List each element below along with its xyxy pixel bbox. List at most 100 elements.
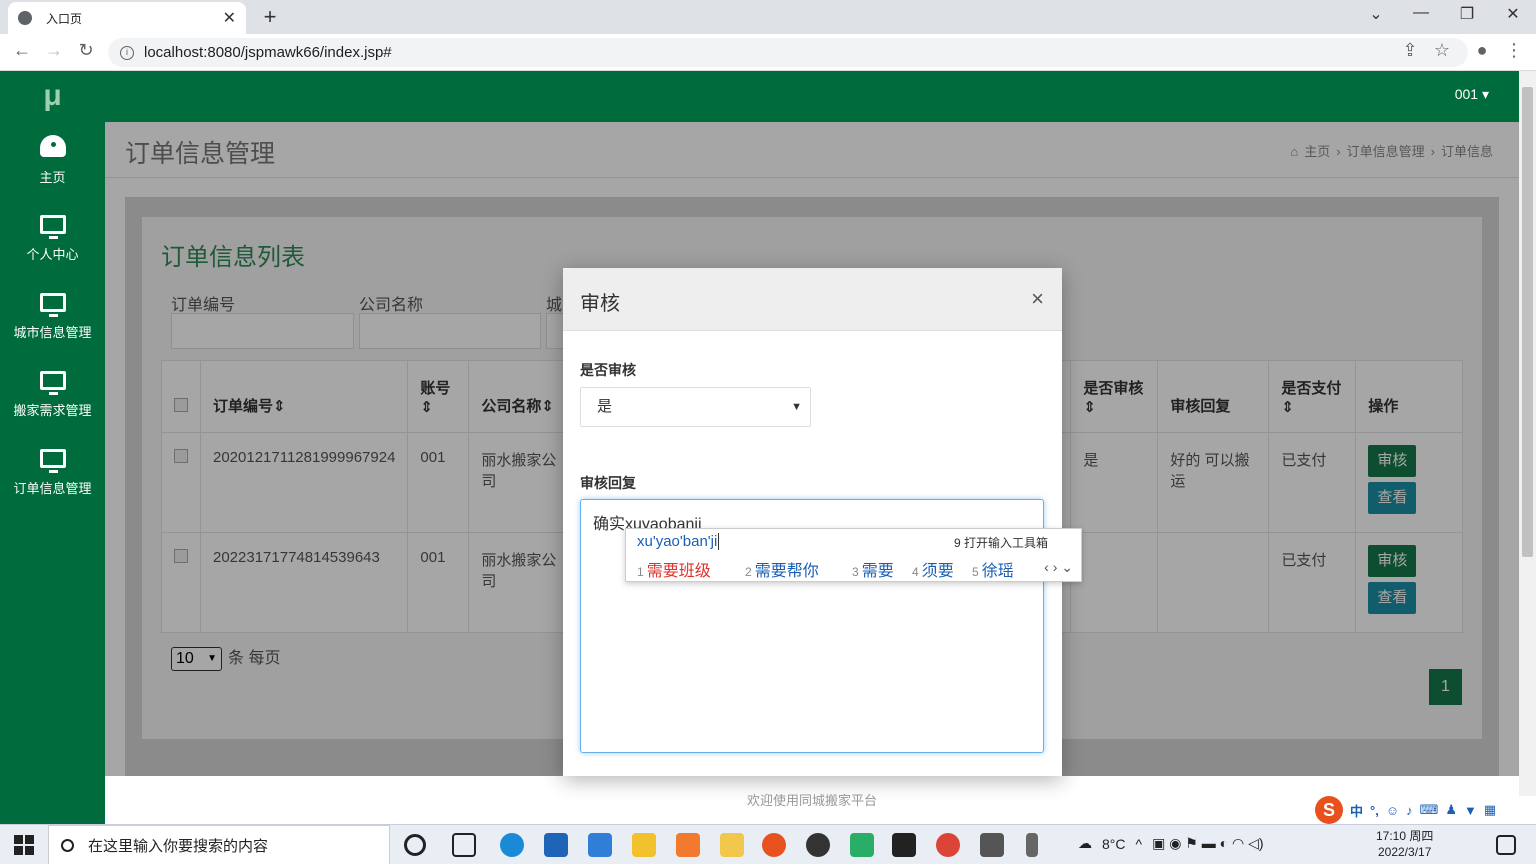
windows-taskbar: 在这里输入你要搜索的内容 ☁ 8°C ^ ▣ ◉ ⚑ ▬ ◐ ◠ ◁) 17:1… xyxy=(0,824,1536,864)
candidate-text: 徐瑶 xyxy=(981,563,1014,580)
sidebar: μ 主页 个人中心 城市信息管理 搬家需求管理 订单信息管理 xyxy=(0,71,105,824)
audit-modal: 审核 × 是否审核 是 ▼ 审核回复 确实xuyaobanji xyxy=(563,268,1062,776)
new-tab-button[interactable]: + xyxy=(258,4,282,30)
sogou-logo-icon[interactable]: S xyxy=(1315,796,1343,824)
ime-pinyin: xu'yao'ban'ji xyxy=(637,533,720,550)
sidebar-item-label: 订单信息管理 xyxy=(13,481,92,496)
chrome-icon[interactable] xyxy=(936,833,960,857)
sidebar-item-moving-demand[interactable]: 搬家需求管理 xyxy=(0,355,105,433)
firefox-icon[interactable] xyxy=(762,833,786,857)
tray-expand-icon[interactable]: ^ xyxy=(1136,836,1143,852)
close-tab-icon[interactable]: ✕ xyxy=(223,8,236,28)
task-view-icon[interactable] xyxy=(452,833,476,857)
audit-status-value: 是 xyxy=(597,398,613,415)
user-menu[interactable]: 001 ▾ xyxy=(1455,86,1489,103)
candidate-text: 需要 xyxy=(861,563,894,580)
edge-icon[interactable] xyxy=(500,833,524,857)
site-info-icon[interactable]: i xyxy=(120,45,134,60)
ime-page-arrows-icon[interactable]: ‹ › ⌄ xyxy=(1044,559,1073,576)
monitor-icon xyxy=(39,215,66,239)
app-logo: μ xyxy=(43,79,62,112)
weather-temp[interactable]: 8°C xyxy=(1102,836,1126,852)
profile-avatar-icon[interactable]: ● xyxy=(1470,40,1494,61)
sidebar-item-profile[interactable]: 个人中心 xyxy=(0,199,105,277)
wechat-icon[interactable] xyxy=(850,833,874,857)
weather-icon: ☁ xyxy=(1078,835,1092,851)
intellij-icon[interactable] xyxy=(892,833,916,857)
candidate-text: 需要帮你 xyxy=(754,563,819,580)
battery-app-icon[interactable] xyxy=(1026,833,1038,857)
tray-icons[interactable]: ▣ ◉ ⚑ ▬ ◐ ◠ ◁) xyxy=(1152,835,1263,852)
search-icon xyxy=(61,838,74,852)
browser-tab-strip: 入口页 ✕ + ⌄ — ❐ ✕ xyxy=(0,0,1536,34)
ime-candidate[interactable]: 4 须要 xyxy=(912,557,954,581)
monitor-icon xyxy=(39,449,66,473)
modal-title: 审核 xyxy=(580,293,620,315)
close-window-button[interactable]: ✕ xyxy=(1498,4,1528,24)
sidebar-item-home[interactable]: 主页 xyxy=(0,121,105,199)
avatar-app-icon[interactable] xyxy=(806,833,830,857)
monitor-icon xyxy=(39,371,66,395)
emoji-icon[interactable]: ☺ xyxy=(1386,803,1399,818)
audit-status-select[interactable]: 是 ▼ xyxy=(580,387,811,427)
tab-search-icon[interactable]: ⌄ xyxy=(1361,4,1391,24)
keyboard-icon[interactable]: ⌨ xyxy=(1420,802,1439,818)
candidate-text: 须要 xyxy=(921,563,954,580)
mic-icon[interactable]: ♪ xyxy=(1406,803,1413,818)
url-text: localhost:8080/jspmawk66/index.jsp# xyxy=(144,44,392,61)
page-scrollbar[interactable] xyxy=(1519,71,1536,824)
browser-menu-icon[interactable]: ⋮ xyxy=(1502,40,1526,61)
url-field[interactable]: i localhost:8080/jspmawk66/index.jsp# xyxy=(108,38,1468,67)
taskbar-search-placeholder: 在这里输入你要搜索的内容 xyxy=(88,837,269,855)
reload-icon[interactable]: ↻ xyxy=(74,40,98,61)
taskbar-search-box[interactable]: 在这里输入你要搜索的内容 xyxy=(48,825,390,864)
candidate-index: 5 xyxy=(972,565,979,579)
dashboard-icon xyxy=(39,135,66,157)
mail-icon[interactable] xyxy=(588,833,612,857)
top-navbar: 001 ▾ xyxy=(105,71,1519,122)
app-icon[interactable] xyxy=(676,833,700,857)
sidebar-item-label: 搬家需求管理 xyxy=(13,403,92,418)
chevron-down-icon: ▼ xyxy=(791,401,802,413)
sidebar-item-label: 城市信息管理 xyxy=(13,325,92,340)
candidate-index: 4 xyxy=(912,565,919,579)
restore-button[interactable]: ❐ xyxy=(1452,4,1482,24)
bookmark-star-icon[interactable]: ☆ xyxy=(1430,40,1454,61)
address-bar-row: ← → ↻ i localhost:8080/jspmawk66/index.j… xyxy=(0,34,1536,71)
ime-candidate[interactable]: 5 徐瑶 xyxy=(972,557,1014,581)
system-tray: ☁ 8°C ^ ▣ ◉ ⚑ ▬ ◐ ◠ ◁) xyxy=(1078,835,1264,852)
browser-tab[interactable]: 入口页 ✕ xyxy=(8,2,246,34)
windows-start-icon[interactable] xyxy=(14,835,34,855)
audit-reply-label: 审核回复 xyxy=(580,475,636,491)
file-explorer-icon[interactable] xyxy=(632,833,656,857)
terminal-icon[interactable] xyxy=(980,833,1004,857)
user-icon[interactable]: ♟ xyxy=(1445,802,1457,818)
modal-header: 审核 × xyxy=(563,268,1062,331)
sogou-ime-toolbar: S 中 °, ☺ ♪ ⌨ ♟ ▼ ▦ xyxy=(1311,796,1536,824)
candidate-index: 1 xyxy=(637,565,644,579)
notification-icon[interactable] xyxy=(1496,835,1516,855)
back-icon[interactable]: ← xyxy=(10,40,34,61)
ime-candidate[interactable]: 3 需要 xyxy=(852,557,894,581)
store-icon[interactable] xyxy=(544,833,568,857)
sidebar-item-orders[interactable]: 订单信息管理 xyxy=(0,433,105,511)
clock-date: 2022/3/17 xyxy=(1377,845,1432,859)
skin-icon[interactable]: ▼ xyxy=(1464,803,1477,818)
ime-language-toggle[interactable]: 中 xyxy=(1350,801,1363,820)
ime-candidate-window: xu'yao'ban'ji 9 打开输入工具箱 1 需要班级 2 需要帮你 3 需要 … xyxy=(625,528,1082,582)
ime-toolbox[interactable]: 9 打开输入工具箱 xyxy=(954,534,1048,551)
sidebar-item-city[interactable]: 城市信息管理 xyxy=(0,277,105,355)
candidate-index: 3 xyxy=(852,565,859,579)
share-icon[interactable]: ⇪ xyxy=(1398,40,1422,61)
taskbar-clock[interactable]: 17:10 周四 2022/3/17 xyxy=(1376,828,1433,860)
ime-candidate[interactable]: 2 需要帮你 xyxy=(745,557,819,581)
punctuation-icon[interactable]: °, xyxy=(1370,803,1379,818)
forward-icon[interactable]: → xyxy=(42,40,66,61)
notes-icon[interactable] xyxy=(720,833,744,857)
grid-icon[interactable]: ▦ xyxy=(1484,802,1496,818)
close-icon[interactable]: × xyxy=(1031,286,1044,312)
sidebar-item-label: 个人中心 xyxy=(26,247,79,262)
cortana-icon[interactable] xyxy=(404,834,426,856)
minimize-button[interactable]: — xyxy=(1406,4,1436,22)
ime-candidate[interactable]: 1 需要班级 xyxy=(637,557,711,581)
